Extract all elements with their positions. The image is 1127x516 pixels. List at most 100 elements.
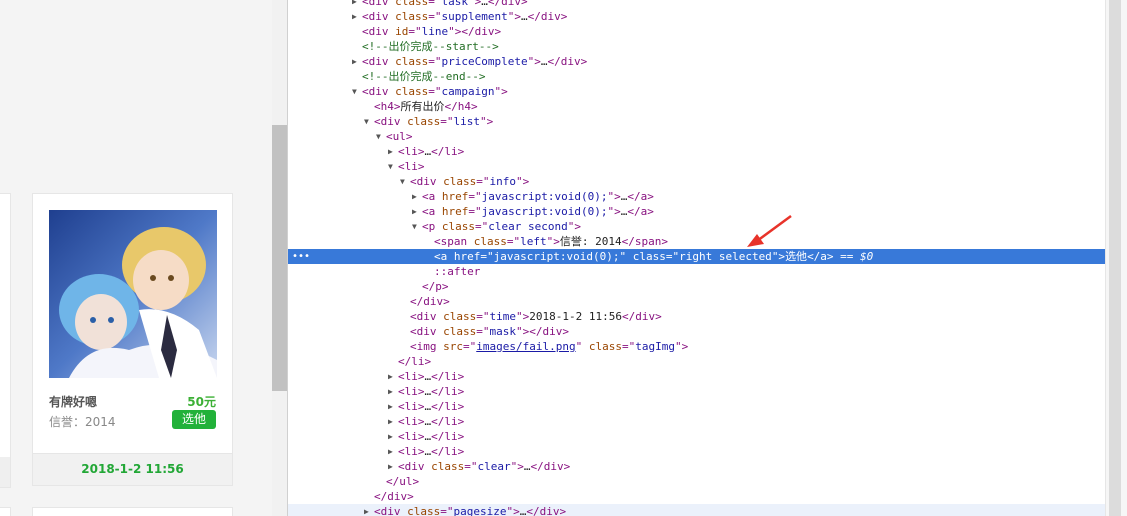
- dom-node[interactable]: ▼ <li>: [288, 159, 1106, 174]
- code-token: =": [428, 55, 442, 68]
- expand-triangle-icon[interactable]: ▶: [388, 369, 398, 384]
- expand-triangle-icon[interactable]: ▶: [388, 384, 398, 399]
- collapse-triangle-icon[interactable]: ▼: [352, 84, 362, 99]
- collapse-triangle-icon[interactable]: ▼: [400, 174, 410, 189]
- dom-node[interactable]: <!--出价完成--end-->: [288, 69, 1106, 84]
- more-options-icon[interactable]: •••: [292, 249, 310, 264]
- code-token: <p: [422, 220, 442, 233]
- dom-node[interactable]: </p>: [288, 279, 1106, 294]
- dom-node[interactable]: ▶ <li>…</li>: [288, 384, 1106, 399]
- dom-node[interactable]: ▼ <ul>: [288, 129, 1106, 144]
- expand-triangle-icon[interactable]: ▶: [388, 399, 398, 414]
- dom-node[interactable]: </div>: [288, 294, 1106, 309]
- dom-node[interactable]: ▶ <div class="supplement">…</div>: [288, 9, 1106, 24]
- code-token: ">: [516, 175, 530, 188]
- collapse-triangle-icon[interactable]: ▼: [376, 129, 386, 144]
- dom-node[interactable]: <!--出价完成--start-->: [288, 39, 1106, 54]
- next-card[interactable]: [32, 507, 233, 516]
- code-token: =": [428, 0, 442, 8]
- dom-node[interactable]: <div class="mask"></div>: [288, 324, 1106, 339]
- dom-node[interactable]: ▶ <div class="clear">…</div>: [288, 459, 1106, 474]
- code-token: =": [475, 220, 489, 233]
- expand-triangle-icon[interactable]: ▶: [388, 429, 398, 444]
- avatar-image[interactable]: [49, 210, 217, 378]
- code-token: =": [464, 460, 478, 473]
- dom-node-selected[interactable]: ••• <a href="javascript:void(0);" class=…: [288, 249, 1106, 264]
- dom-node[interactable]: ▶ <li>…</li>: [288, 429, 1106, 444]
- collapse-triangle-icon[interactable]: ▼: [388, 159, 398, 174]
- dom-node[interactable]: ::after: [288, 264, 1106, 279]
- code-token: ">: [468, 0, 482, 8]
- dom-node[interactable]: <img src="images/fail.png" class="tagImg…: [288, 339, 1106, 354]
- dom-node[interactable]: ▶ <div class="priceComplete">…</div>: [288, 54, 1106, 69]
- dom-node[interactable]: <div id="line"></div>: [288, 24, 1106, 39]
- code-token: href: [441, 205, 469, 218]
- dom-node[interactable]: ▶ <li>…</li>: [288, 444, 1106, 459]
- dom-node[interactable]: ▶ <li>…</li>: [288, 414, 1106, 429]
- code-token: </li>: [431, 145, 465, 158]
- code-token: 选他: [785, 250, 808, 263]
- dom-node[interactable]: ▶ <div class="pagesize">…</div>: [288, 504, 1106, 516]
- code-token: <div: [398, 460, 432, 473]
- expand-triangle-icon[interactable]: ▶: [388, 414, 398, 429]
- code-token: <a: [422, 190, 442, 203]
- scrollbar-thumb[interactable]: [272, 125, 287, 391]
- dom-node[interactable]: ▼ <div class="list">: [288, 114, 1106, 129]
- choose-button[interactable]: 选他: [172, 410, 216, 429]
- code-token: ">: [607, 190, 621, 203]
- code-token: task: [441, 0, 469, 8]
- dom-node[interactable]: ▼ <p class="clear second">: [288, 219, 1106, 234]
- code-token: <div: [374, 505, 408, 516]
- expand-triangle-icon[interactable]: ▶: [388, 459, 398, 474]
- expand-triangle-icon[interactable]: ▶: [388, 444, 398, 459]
- bidder-name: 有牌好嗯: [49, 395, 98, 409]
- expand-triangle-icon[interactable]: ▶: [352, 54, 362, 69]
- dom-node[interactable]: ▶ <a href="javascript:void(0);">…</a>: [288, 204, 1106, 219]
- dom-node[interactable]: ▶ <li>…</li>: [288, 399, 1106, 414]
- code-token: class: [407, 505, 441, 516]
- dom-node[interactable]: <h4>所有出价</h4>: [288, 99, 1106, 114]
- dom-node[interactable]: ▶ <li>…</li>: [288, 144, 1106, 159]
- expand-triangle-icon[interactable]: ▶: [412, 204, 422, 219]
- code-token: </a>: [807, 250, 834, 263]
- devtools-scrollbar[interactable]: [1105, 0, 1127, 516]
- bid-card[interactable]: 有牌好嗯 50元 信誉：2014 选他 2018-1-2 11:56: [32, 193, 233, 486]
- dom-node[interactable]: ▶ <a href="javascript:void(0);">…</a>: [288, 189, 1106, 204]
- code-token: 信誉: 2014: [559, 235, 622, 248]
- collapse-triangle-icon[interactable]: ▼: [412, 219, 422, 234]
- dom-node[interactable]: </ul>: [288, 474, 1106, 489]
- dom-node[interactable]: ▶ <li>…</li>: [288, 369, 1106, 384]
- code-token: ">: [674, 340, 689, 353]
- code-token: =": [468, 190, 482, 203]
- scrollbar-thumb[interactable]: [1109, 0, 1121, 516]
- code-token: "></div>: [516, 325, 569, 338]
- collapse-triangle-icon[interactable]: ▼: [364, 114, 374, 129]
- code-token: </div>: [547, 55, 588, 68]
- expand-triangle-icon[interactable]: ▶: [388, 144, 398, 159]
- code-token: <li>: [398, 145, 425, 158]
- dom-node[interactable]: <span class="left">信誉: 2014</span>: [288, 234, 1106, 249]
- code-token: clear: [477, 460, 511, 473]
- partial-card: [0, 193, 11, 488]
- dom-node[interactable]: ▼ <div class="campaign">: [288, 84, 1106, 99]
- expand-triangle-icon[interactable]: ▶: [364, 504, 374, 516]
- page-scrollbar[interactable]: [272, 0, 287, 516]
- code-token: "></div>: [448, 25, 502, 38]
- expand-triangle-icon[interactable]: ▶: [352, 0, 362, 9]
- code-token: </div>: [526, 505, 567, 516]
- dom-node[interactable]: ▶ <div class="task">…</div>: [288, 0, 1106, 9]
- card-footer: 2018-1-2 11:56: [33, 453, 232, 485]
- expand-triangle-icon[interactable]: ▶: [412, 189, 422, 204]
- code-token: 2018-1-2 11:56: [529, 310, 622, 323]
- code-token: <div: [362, 85, 396, 98]
- dom-node[interactable]: ▼ <div class="info">: [288, 174, 1106, 189]
- dom-node[interactable]: <div class="time">2018-1-2 11:56</div>: [288, 309, 1106, 324]
- dom-node[interactable]: </div>: [288, 489, 1106, 504]
- code-token: =": [476, 325, 490, 338]
- code-token: =": [440, 115, 454, 128]
- expand-triangle-icon[interactable]: ▶: [352, 9, 362, 24]
- dom-node[interactable]: </li>: [288, 354, 1106, 369]
